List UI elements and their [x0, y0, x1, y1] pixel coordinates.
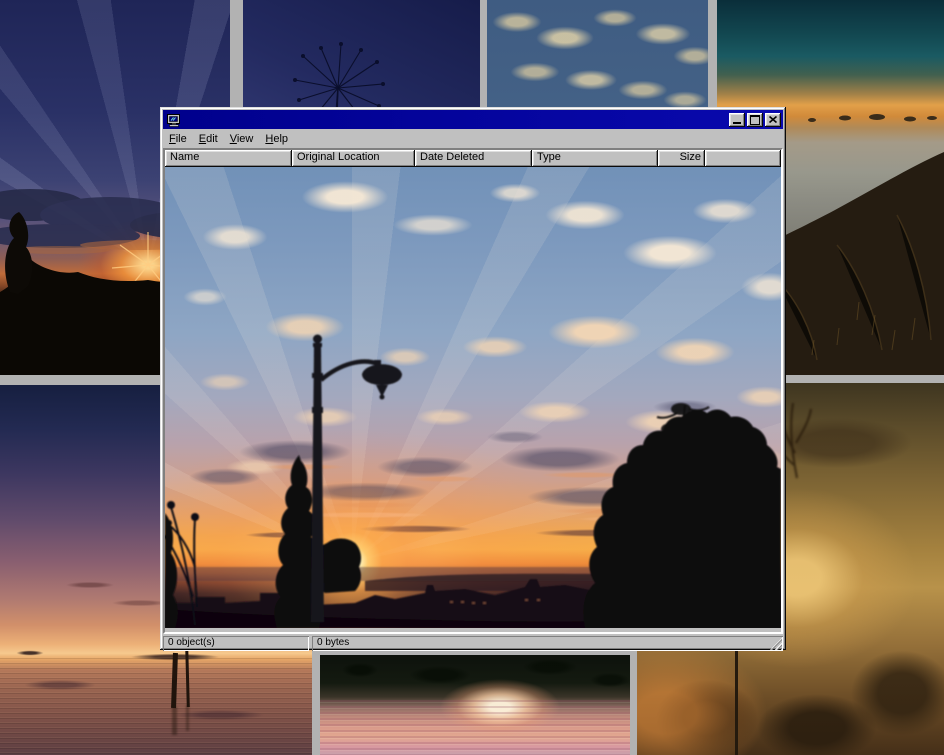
menu-edit[interactable]: Edit	[193, 131, 224, 147]
window-titlebar[interactable]	[163, 110, 783, 129]
post-reflection	[186, 705, 189, 731]
recycle-bin-window: File Edit View Help Name Original Locati…	[160, 107, 786, 650]
column-header-date-deleted[interactable]: Date Deleted	[415, 150, 532, 167]
window-controls	[727, 113, 781, 127]
column-header-filler	[705, 150, 781, 167]
menu-view[interactable]: View	[224, 131, 260, 147]
column-header-size[interactable]: Size	[658, 150, 705, 167]
minimize-icon	[733, 122, 741, 124]
column-header-name[interactable]: Name	[165, 150, 292, 167]
list-view-photo-background[interactable]	[165, 167, 781, 628]
column-header-original-location[interactable]: Original Location	[292, 150, 415, 167]
status-objects: 0 object(s)	[163, 636, 309, 651]
minimize-button[interactable]	[729, 113, 745, 127]
close-icon	[769, 116, 777, 123]
maximize-button[interactable]	[747, 113, 763, 127]
menu-bar: File Edit View Help	[163, 130, 783, 148]
close-button[interactable]	[765, 113, 781, 127]
post-reflection	[172, 707, 177, 735]
wallpaper-tile-water-reflection	[320, 655, 630, 755]
menu-help[interactable]: Help	[259, 131, 294, 147]
desktop: File Edit View Help Name Original Locati…	[0, 0, 944, 755]
menu-file[interactable]: File	[163, 131, 193, 147]
status-bar: 0 object(s) 0 bytes	[163, 636, 783, 651]
photo-silhouettes	[165, 167, 781, 628]
maximize-icon	[750, 115, 760, 125]
water-ripples	[0, 657, 312, 755]
file-list-view: Name Original Location Date Deleted Type…	[163, 148, 783, 634]
column-header-row: Name Original Location Date Deleted Type…	[165, 150, 781, 167]
computer-icon	[166, 112, 182, 128]
status-size: 0 bytes	[312, 636, 783, 651]
blurred-post	[735, 646, 738, 755]
column-header-type[interactable]: Type	[532, 150, 658, 167]
pink-ripples	[320, 700, 630, 755]
